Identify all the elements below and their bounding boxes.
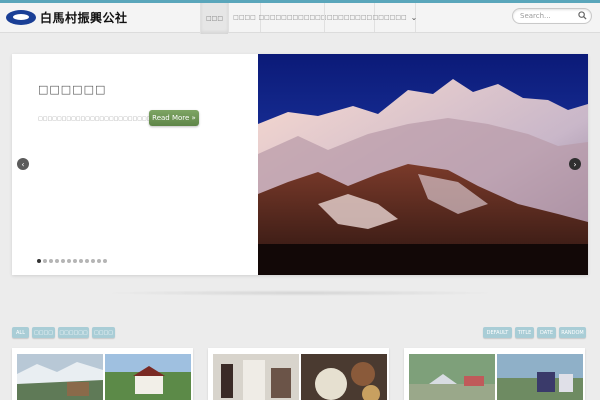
slider-dot[interactable] xyxy=(37,259,41,263)
site-logo[interactable]: 白馬村振興公社 xyxy=(6,7,128,27)
card-image xyxy=(301,354,387,400)
slider-dot[interactable] xyxy=(85,259,89,263)
nav-item-home[interactable]: □□□ xyxy=(200,3,228,34)
main-nav: □□□ □□□□ □□□□□□□□□□□□ □□□□□□□□ □□□□□□ ⌄ xyxy=(200,3,418,34)
nav-label: □□□□□□ xyxy=(372,14,407,21)
slide-title: □□□□□□ xyxy=(38,83,107,96)
card-image xyxy=(497,354,583,400)
sort-random-button[interactable]: RANDOM xyxy=(559,327,586,338)
logo-mark-icon xyxy=(6,9,36,25)
nav-label: □□□□□□□□ xyxy=(326,14,373,21)
featured-slider: □□□□□□ □□□□□□□□□□□□□□□□□□□□□□□□□ Read Mo… xyxy=(12,54,588,275)
sort-date-button[interactable]: DATE xyxy=(537,327,556,338)
nav-label: □□□ xyxy=(205,15,223,22)
nav-item-5-dropdown[interactable]: □□□□□□ ⌄ xyxy=(372,3,418,32)
read-more-button[interactable]: Read More » xyxy=(149,110,199,126)
portfolio-grid xyxy=(12,348,600,400)
slider-dot[interactable] xyxy=(79,259,83,263)
portfolio-card[interactable] xyxy=(208,348,389,400)
filter-button-3[interactable]: □□□□□□ xyxy=(58,327,89,338)
portfolio-card[interactable] xyxy=(12,348,193,400)
card-image xyxy=(213,354,299,400)
nav-item-2[interactable]: □□□□ xyxy=(228,3,260,32)
chevron-right-icon: › xyxy=(573,159,577,169)
slider-dot[interactable] xyxy=(103,259,107,263)
slider-dot[interactable] xyxy=(55,259,59,263)
site-header: 白馬村振興公社 □□□ □□□□ □□□□□□□□□□□□ □□□□□□□□ □… xyxy=(0,3,600,34)
filter-button-2[interactable]: □□□□ xyxy=(32,327,55,338)
slider-dot[interactable] xyxy=(67,259,71,263)
slider-next-button[interactable]: › xyxy=(569,158,581,170)
chevron-down-icon: ⌄ xyxy=(410,13,418,22)
search-icon[interactable] xyxy=(578,11,587,20)
slide-text: □□□□□□□□□□□□□□□□□□□□□□□□□ xyxy=(38,116,157,122)
slider-dot[interactable] xyxy=(61,259,65,263)
sort-title-button[interactable]: TITLE xyxy=(515,327,534,338)
nav-label: □□□□ xyxy=(233,14,256,21)
card-image xyxy=(409,354,495,400)
slider-dot[interactable] xyxy=(91,259,95,263)
nav-label: □□□□□□□□□□□□ xyxy=(258,14,327,21)
slider-dot[interactable] xyxy=(49,259,53,263)
slide-image-mountains xyxy=(258,54,588,275)
slider-shadow xyxy=(100,290,500,296)
chevron-left-icon: ‹ xyxy=(21,159,25,169)
slider-dot[interactable] xyxy=(43,259,47,263)
filter-all-button[interactable]: ALL xyxy=(12,327,29,338)
sort-default-button[interactable]: DEFAULT xyxy=(483,327,512,338)
search-placeholder: Search... xyxy=(520,12,551,20)
nav-item-4[interactable]: □□□□□□□□ xyxy=(324,3,374,32)
slider-prev-button[interactable]: ‹ xyxy=(17,158,29,170)
logo-text: 白馬村振興公社 xyxy=(40,10,128,25)
portfolio-card[interactable] xyxy=(404,348,585,400)
portfolio-filters: ALL □□□□ □□□□□□ □□□□ xyxy=(12,327,118,338)
slider-dot[interactable] xyxy=(73,259,77,263)
portfolio-sort: DEFAULT TITLE DATE RANDOM xyxy=(483,327,586,338)
filter-button-4[interactable]: □□□□ xyxy=(92,327,115,338)
search-input[interactable]: Search... xyxy=(512,8,592,24)
slider-dot[interactable] xyxy=(97,259,101,263)
nav-item-3[interactable]: □□□□□□□□□□□□ xyxy=(258,3,327,32)
card-image xyxy=(105,354,191,400)
slider-pagination xyxy=(37,259,109,263)
card-image xyxy=(17,354,103,400)
